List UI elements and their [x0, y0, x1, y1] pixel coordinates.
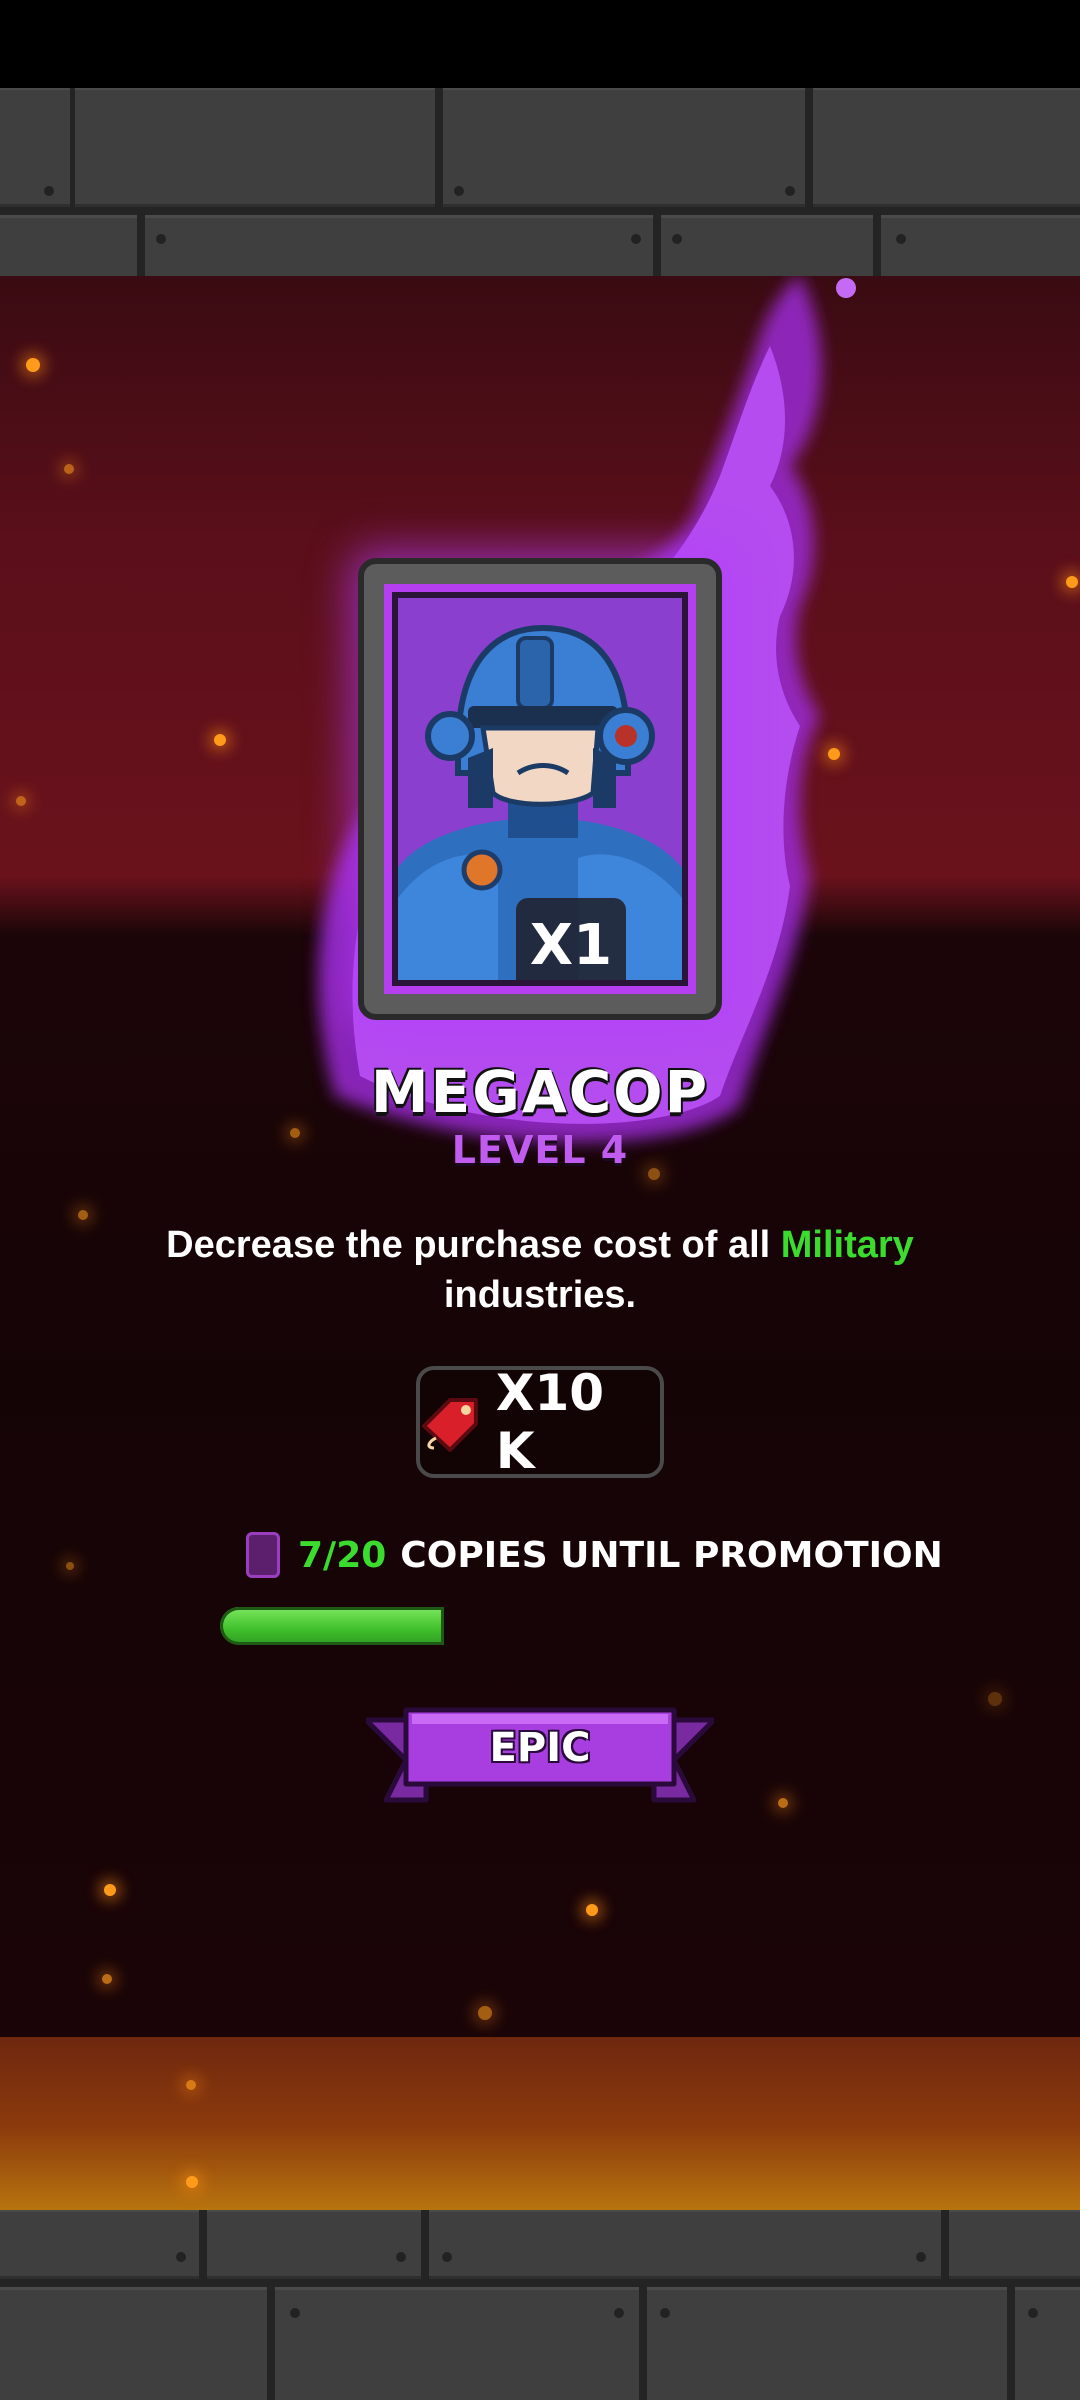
- hero-name: MEGACOP: [370, 1058, 710, 1126]
- copies-label: COPIES UNTIL PROMOTION: [400, 1534, 943, 1576]
- hero-card-frame: X1: [384, 584, 696, 994]
- description-highlight: Military: [780, 1224, 914, 1266]
- description-prefix: Decrease the purchase cost of all: [166, 1224, 781, 1266]
- rarity-label: EPIC: [489, 1725, 591, 1771]
- hero-card[interactable]: X1: [358, 558, 722, 1020]
- top-metal-frame: [0, 88, 1080, 276]
- cost-value: X10 K: [495, 1364, 605, 1480]
- price-tag-icon: [421, 1398, 478, 1452]
- status-bar: [0, 0, 1080, 88]
- promotion-progress-fill: [220, 1607, 444, 1645]
- cost-modifier-box: X10 K: [416, 1364, 664, 1480]
- hero-level: LEVEL 4: [451, 1128, 629, 1172]
- promotion-progress-bar: [220, 1607, 860, 1645]
- bottom-metal-frame: [0, 2210, 1080, 2400]
- hero-description: Decrease the purchase cost of all Milita…: [130, 1220, 950, 1320]
- description-suffix: industries.: [443, 1274, 637, 1316]
- card-copy-icon: [246, 1532, 280, 1578]
- copies-count: 7/20: [298, 1534, 387, 1576]
- promotion-row: 7/20 COPIES UNTIL PROMOTION: [246, 1530, 943, 1580]
- hero-portrait: X1: [398, 598, 682, 980]
- hero-count-badge: X1: [516, 898, 626, 980]
